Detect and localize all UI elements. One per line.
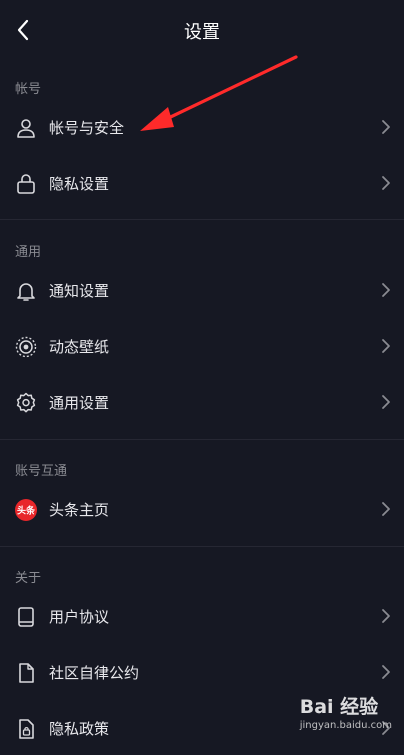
settings-item-label: 用户协议 [49,608,110,626]
book-icon [18,607,34,627]
chevron-right-icon [382,339,390,353]
settings-item-label: 帐号与安全 [49,119,125,137]
settings-item-privacy-settings[interactable]: 隐私设置 [0,158,404,210]
chevron-right-icon [382,283,390,297]
toutiao-logo-icon: 头条 [15,499,37,521]
settings-item-account-security[interactable]: 帐号与安全 [0,102,404,154]
document-icon [19,663,34,683]
section-divider [0,439,404,440]
section-label-general: 通用 [15,245,42,260]
privacy-doc-icon [19,719,34,739]
baidu-jingyan-watermark: Bai 经验 jingyan.baidu.com [300,692,392,731]
settings-item-general-settings[interactable]: 通用设置 [0,377,404,429]
settings-item-label: 通用设置 [49,394,110,412]
chevron-right-icon [382,120,390,134]
section-label-about: 关于 [15,571,42,586]
section-label-account: 帐号 [15,82,42,97]
settings-item-user-agreement[interactable]: 用户协议 [0,591,404,643]
chevron-right-icon [382,665,390,679]
top-bar: 设置 [0,0,404,60]
gear-icon [16,392,36,413]
chevron-right-icon [382,502,390,516]
lock-icon [17,174,35,194]
settings-item-label: 通知设置 [49,282,110,300]
watermark-url: jingyan.baidu.com [299,720,392,731]
section-label-linked-accounts: 账号互通 [15,464,68,479]
user-icon [17,119,35,138]
live-wallpaper-icon [15,336,37,358]
settings-item-label: 隐私设置 [49,175,110,193]
settings-item-label: 头条主页 [49,501,110,519]
chevron-right-icon [382,395,390,409]
settings-item-label: 动态壁纸 [49,338,110,356]
settings-item-label: 社区自律公约 [49,664,140,682]
section-divider [0,546,404,547]
chevron-right-icon [382,609,390,623]
settings-item-notifications[interactable]: 通知设置 [0,265,404,317]
section-divider [0,219,404,220]
bell-icon [17,283,35,301]
watermark-brand: Bai 经验 [299,696,379,718]
svg-text:头条: 头条 [17,505,36,517]
settings-item-live-wallpaper[interactable]: 动态壁纸 [0,321,404,373]
chevron-right-icon [382,176,390,190]
page-title: 设置 [184,22,220,43]
settings-item-label: 隐私政策 [49,720,110,738]
settings-item-toutiao-home[interactable]: 头条 头条主页 [0,484,404,536]
